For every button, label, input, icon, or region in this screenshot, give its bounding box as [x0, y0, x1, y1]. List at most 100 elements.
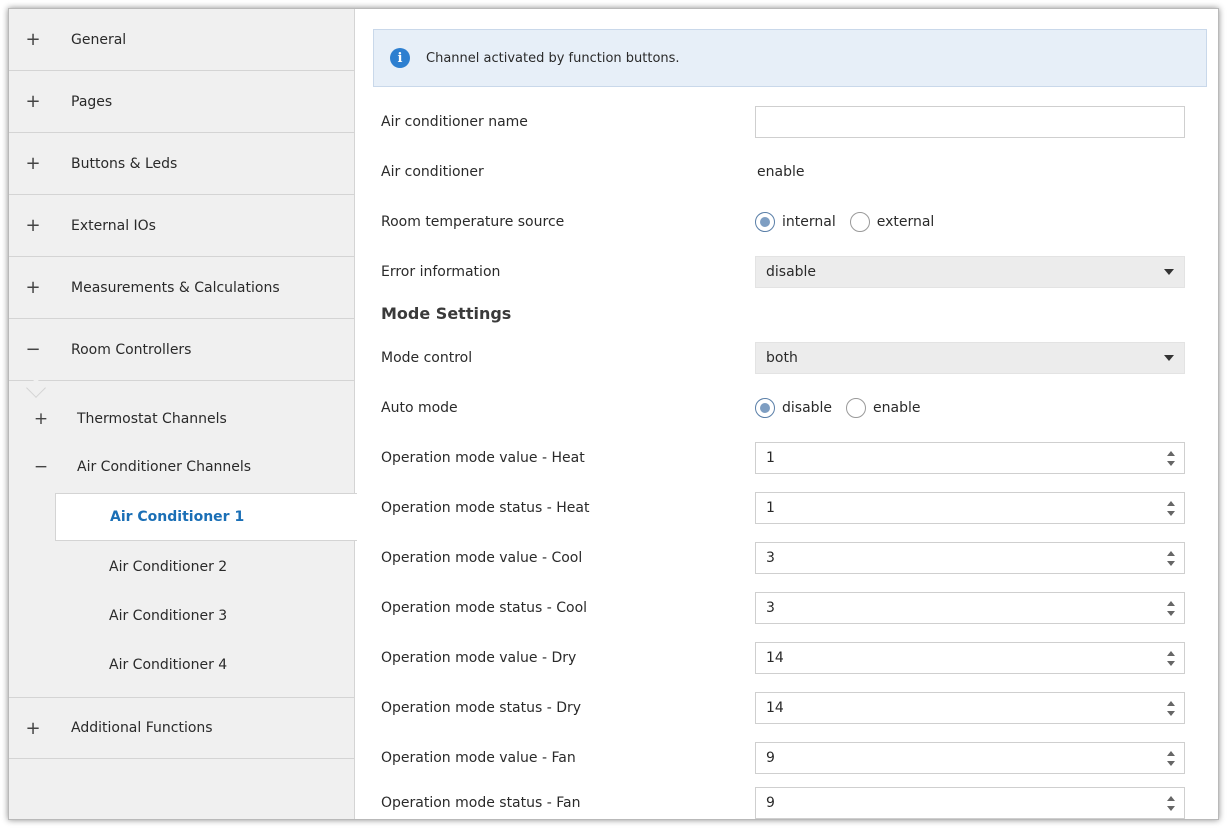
sidebar-item-label: Air Conditioner 2	[109, 559, 228, 575]
sidebar-leaf-air-conditioner-2[interactable]: Air Conditioner 2	[55, 543, 356, 591]
sidebar-item-buttons-leds[interactable]: + Buttons & Leds	[9, 133, 355, 195]
sidebar-item-label: Thermostat Channels	[77, 411, 227, 427]
spinbox-arrows[interactable]	[1166, 794, 1176, 814]
op-mode-label: Operation mode value - Fan	[381, 750, 576, 766]
mode-control-value: both	[766, 350, 798, 366]
spin-down-icon[interactable]	[1167, 661, 1175, 666]
radio-internal-label: internal	[782, 214, 836, 230]
sidebar-item-pages[interactable]: + Pages	[9, 71, 355, 133]
radio-external[interactable]	[849, 212, 870, 232]
op-mode-spinbox[interactable]: 9	[755, 787, 1185, 819]
sidebar-item-label: Measurements & Calculations	[71, 279, 280, 296]
radio-external-label: external	[876, 214, 935, 230]
room-temp-label: Room temperature source	[381, 214, 565, 230]
sidebar-subitem-air-conditioner-channels[interactable]: − Air Conditioner Channels	[9, 443, 355, 491]
sidebar-item-label: Room Controllers	[71, 341, 192, 358]
collapse-minus-icon: −	[33, 457, 49, 477]
app-window: + General + Pages + Buttons & Leds + Ext…	[8, 8, 1219, 820]
spin-up-icon[interactable]	[1167, 751, 1175, 756]
ac-name-label: Air conditioner name	[381, 114, 528, 130]
chevron-down-icon	[1164, 269, 1174, 275]
expand-plus-icon: +	[25, 215, 41, 236]
auto-mode-row: Auto mode disable enable	[373, 388, 1207, 428]
auto-mode-label: Auto mode	[381, 400, 458, 416]
ac-value: enable	[757, 164, 805, 180]
radio-enable[interactable]	[846, 398, 867, 418]
mode-control-row: Mode control both	[373, 338, 1207, 378]
error-info-label: Error information	[381, 264, 501, 280]
spin-up-icon[interactable]	[1167, 796, 1175, 801]
sidebar-item-label: External IOs	[71, 217, 156, 234]
sidebar-subitem-thermostat-channels[interactable]: + Thermostat Channels	[9, 395, 355, 443]
spin-down-icon[interactable]	[1167, 511, 1175, 516]
spin-down-icon[interactable]	[1167, 761, 1175, 766]
ac-name-input[interactable]	[755, 106, 1185, 138]
spin-up-icon[interactable]	[1167, 501, 1175, 506]
spin-down-icon[interactable]	[1167, 611, 1175, 616]
spin-up-icon[interactable]	[1167, 601, 1175, 606]
sidebar-item-label: Pages	[71, 93, 113, 110]
error-info-row: Error information disable	[373, 252, 1207, 292]
sidebar-item-additional-functions[interactable]: + Additional Functions	[9, 697, 355, 759]
spin-up-icon[interactable]	[1167, 651, 1175, 656]
sidebar-item-general[interactable]: + General	[9, 9, 355, 71]
sidebar-item-room-controllers[interactable]: − Room Controllers	[9, 319, 355, 381]
collapse-minus-icon: −	[25, 339, 41, 360]
spin-down-icon[interactable]	[1167, 711, 1175, 716]
radio-enable-label: enable	[873, 400, 921, 416]
sidebar-leaf-air-conditioner-4[interactable]: Air Conditioner 4	[55, 641, 356, 689]
spinbox-value: 9	[766, 750, 775, 766]
spin-down-icon[interactable]	[1167, 461, 1175, 466]
spin-down-icon[interactable]	[1167, 806, 1175, 811]
spinbox-arrows[interactable]	[1166, 549, 1176, 569]
ac-label: Air conditioner	[381, 164, 484, 180]
op-mode-row: Operation mode status - Cool 3	[373, 588, 1207, 628]
spinbox-arrows[interactable]	[1166, 449, 1176, 469]
op-mode-row: Operation mode status - Fan 9	[373, 783, 1207, 819]
op-mode-row: Operation mode value - Fan 9	[373, 738, 1207, 778]
op-mode-spinbox[interactable]: 9	[755, 742, 1185, 774]
expand-plus-icon: +	[25, 717, 41, 739]
sidebar-item-external-ios[interactable]: + External IOs	[9, 195, 355, 257]
spinbox-arrows[interactable]	[1166, 749, 1176, 769]
radio-disable[interactable]	[755, 398, 775, 418]
op-mode-label: Operation mode value - Cool	[381, 550, 583, 566]
mode-control-select[interactable]: both	[755, 342, 1185, 374]
room-temp-row: Room temperature source internal externa…	[373, 202, 1207, 242]
expand-plus-icon: +	[25, 277, 41, 298]
chevron-down-icon	[1164, 355, 1174, 361]
sidebar-item-label: Air Conditioner 4	[109, 657, 228, 673]
sidebar-item-measurements[interactable]: + Measurements & Calculations	[9, 257, 355, 319]
sidebar-item-label: Additional Functions	[71, 720, 213, 736]
expand-plus-icon: +	[25, 153, 41, 174]
op-mode-row: Operation mode value - Cool 3	[373, 538, 1207, 578]
op-mode-spinbox[interactable]: 1	[755, 492, 1185, 524]
spinbox-arrows[interactable]	[1166, 649, 1176, 669]
spinbox-arrows[interactable]	[1166, 699, 1176, 719]
spinbox-arrows[interactable]	[1166, 599, 1176, 619]
spinbox-arrows[interactable]	[1166, 499, 1176, 519]
spinbox-value: 14	[766, 700, 784, 716]
spin-up-icon[interactable]	[1167, 551, 1175, 556]
sidebar-leaf-air-conditioner-3[interactable]: Air Conditioner 3	[55, 592, 356, 640]
op-mode-spinbox[interactable]: 14	[755, 642, 1185, 674]
op-mode-spinbox[interactable]: 3	[755, 542, 1185, 574]
ac-name-row: Air conditioner name	[373, 102, 1207, 142]
spin-up-icon[interactable]	[1167, 451, 1175, 456]
radio-internal[interactable]	[755, 212, 775, 232]
sidebar-leaf-air-conditioner-1[interactable]: Air Conditioner 1	[55, 493, 357, 541]
info-banner-text: Channel activated by function buttons.	[426, 50, 680, 66]
ac-row: Air conditioner enable	[373, 152, 1207, 192]
op-mode-spinbox[interactable]: 14	[755, 692, 1185, 724]
spinbox-value: 3	[766, 600, 775, 616]
op-mode-spinbox[interactable]: 1	[755, 442, 1185, 474]
spinbox-value: 1	[766, 450, 775, 466]
error-info-select[interactable]: disable	[755, 256, 1185, 288]
op-mode-row: Operation mode status - Dry 14	[373, 688, 1207, 728]
spinbox-value: 3	[766, 550, 775, 566]
op-mode-spinbox[interactable]: 3	[755, 592, 1185, 624]
spinbox-value: 9	[766, 795, 775, 811]
op-mode-row: Operation mode status - Heat 1	[373, 488, 1207, 528]
spin-up-icon[interactable]	[1167, 701, 1175, 706]
spin-down-icon[interactable]	[1167, 561, 1175, 566]
